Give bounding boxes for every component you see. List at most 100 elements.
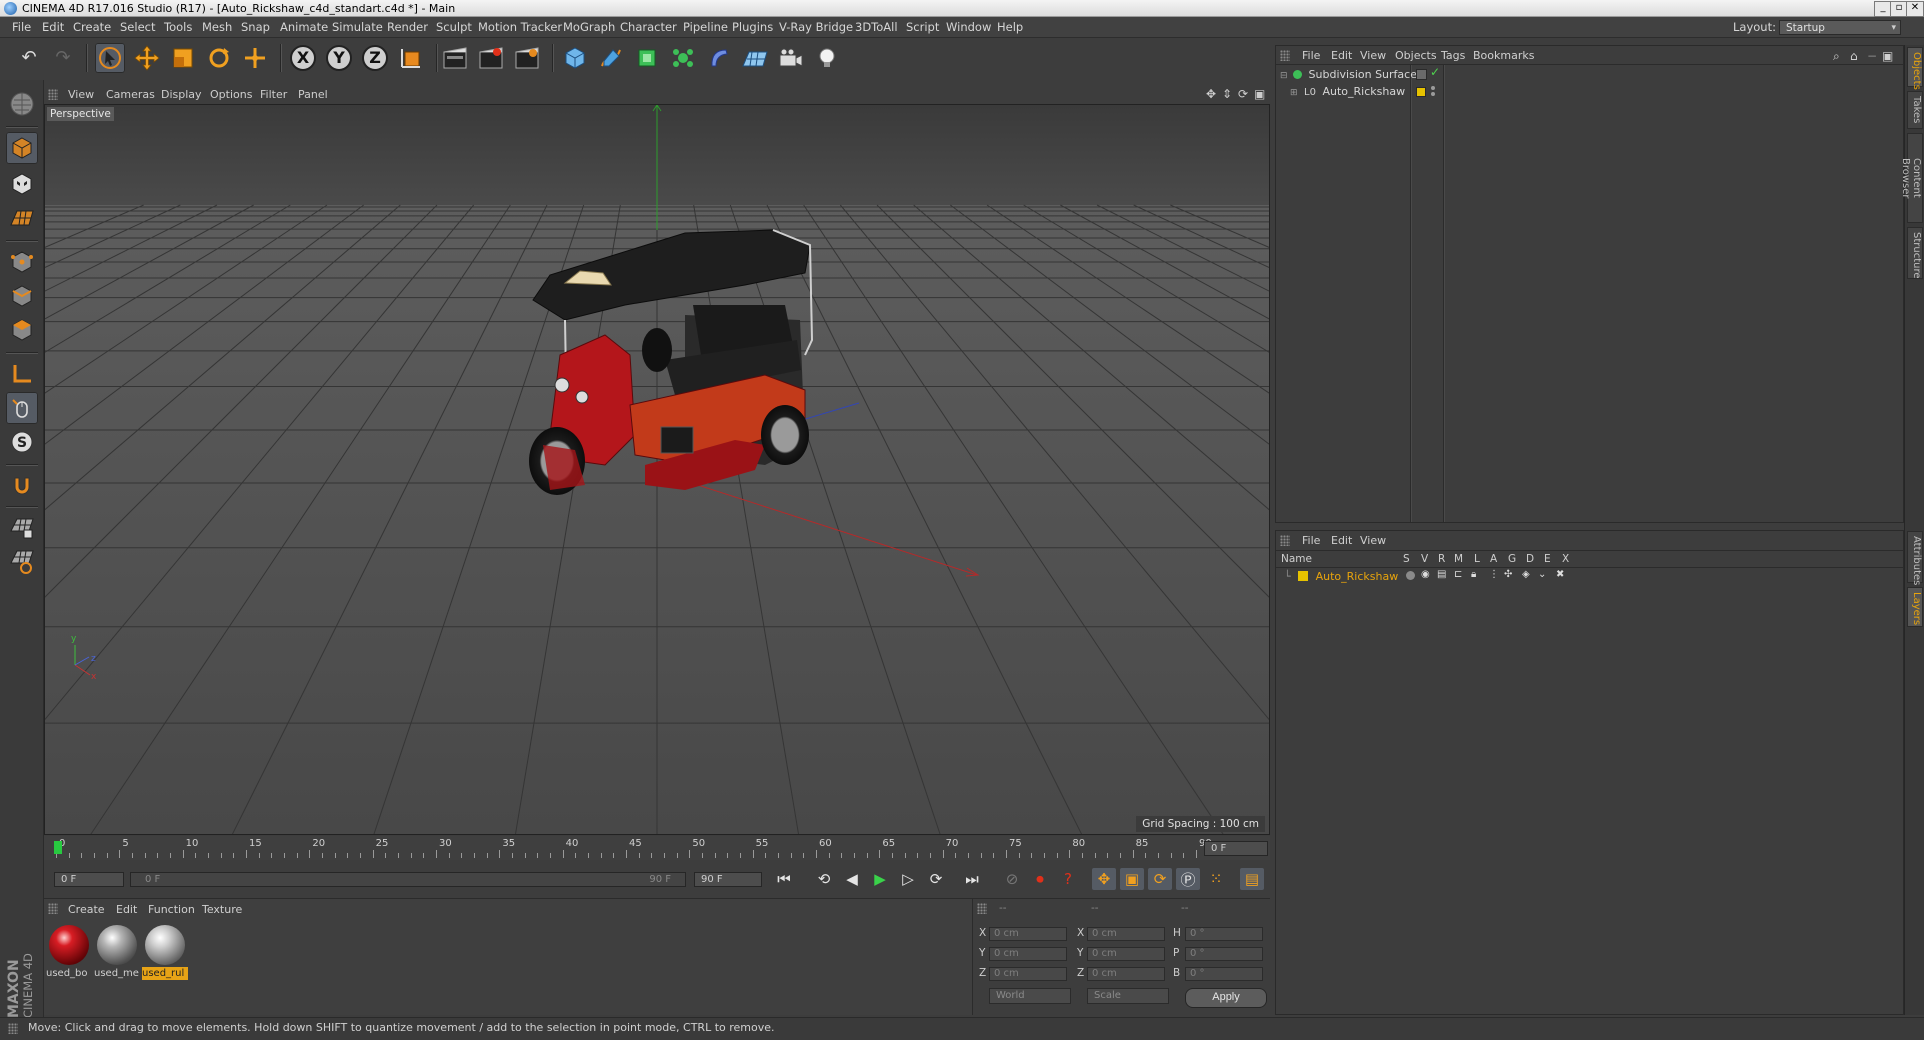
col-xref[interactable]: X [1562,553,1569,565]
menu-pipeline[interactable]: Pipeline [683,17,728,38]
size-z-field[interactable]: 0 cm [1087,967,1165,981]
menu-mograph[interactable]: MoGraph [563,17,615,38]
rotation-h-field[interactable]: 0 ° [1185,927,1263,941]
mograph-cloner-icon[interactable] [668,43,698,73]
col-expressions[interactable]: E [1544,553,1551,565]
vp-menu-filter[interactable]: Filter [260,86,287,103]
generator-icon[interactable]: ✣ [1504,569,1512,580]
editor-render-toggle-icon[interactable] [1416,69,1427,80]
col-locked[interactable]: L [1474,553,1480,565]
workplane-mode-icon[interactable] [6,202,38,234]
deformer-icon[interactable] [704,43,734,73]
tab-takes[interactable]: Takes [1907,91,1923,129]
go-to-previous-key-icon[interactable]: ⟲ [812,868,836,890]
obj-menu-view[interactable]: View [1360,49,1386,62]
apply-button[interactable]: Apply [1185,988,1267,1008]
locked-workplane-icon[interactable] [6,512,38,544]
layer-menu-view[interactable]: View [1360,534,1386,547]
render-view-icon[interactable] [440,43,470,73]
polygons-mode-icon[interactable] [6,314,38,346]
position-z-field[interactable]: 0 cm [989,967,1067,981]
layer-row[interactable]: └ Auto_Rickshaw [1284,568,1398,585]
tab-content-browser[interactable]: Content Browser [1900,133,1923,223]
close-button[interactable]: ✕ [1906,1,1924,17]
viewport-camera-label[interactable]: Perspective [47,107,114,121]
tab-objects[interactable]: Objects [1907,47,1923,90]
go-to-start-icon[interactable]: ⏮ [772,868,796,890]
col-animation[interactable]: A [1490,553,1497,565]
key-point-level-icon[interactable]: ⁙ [1204,868,1228,890]
menu-simulate[interactable]: Simulate [332,17,383,38]
layer-menu-edit[interactable]: Edit [1331,534,1352,547]
cube-object-icon[interactable] [560,43,590,73]
visible-eye-icon[interactable]: ◉ [1421,569,1430,580]
size-y-field[interactable]: 0 cm [1087,947,1165,961]
layer-color-swatch[interactable] [1298,571,1309,581]
vp-menu-view[interactable]: View [68,86,94,103]
live-selection-icon[interactable] [95,43,125,73]
play-forwards-icon[interactable]: ▶ [868,868,892,890]
obj-menu-edit[interactable]: Edit [1331,49,1352,62]
object-row-auto-rickshaw[interactable]: ⊞ L0 Auto_Rickshaw [1290,83,1405,100]
timeline-ruler[interactable]: 051015202530354045505560657075808590 0 F [44,836,1270,860]
scale-tool-icon[interactable] [168,43,198,73]
autokeying-icon[interactable]: ⏺ [1028,868,1052,890]
menu-script[interactable]: Script [906,17,939,38]
make-editable-icon[interactable] [6,88,38,120]
menu-motion-tracker[interactable]: Motion Tracker [478,17,562,38]
menu-tools[interactable]: Tools [164,17,192,38]
mat-menu-create[interactable]: Create [68,903,105,916]
points-mode-icon[interactable] [6,246,38,278]
start-frame-field[interactable]: 0 F [54,872,124,887]
tab-structure[interactable]: Structure [1907,227,1923,279]
obj-home-icon[interactable]: ⌂ [1850,49,1858,63]
menu-character[interactable]: Character [620,17,677,38]
xref-icon[interactable]: ✖ [1556,569,1564,580]
vp-menu-cameras[interactable]: Cameras [106,86,155,103]
position-x-field[interactable]: 0 cm [989,927,1067,941]
material-swatch[interactable]: used_me [94,923,140,985]
col-manager[interactable]: M [1454,553,1463,565]
record-keys-icon[interactable]: ⊘ [1000,868,1024,890]
move-tool-icon[interactable] [132,43,162,73]
object-row-subdivision[interactable]: ⊟ Subdivision Surface [1280,66,1417,83]
rotation-b-field[interactable]: 0 ° [1185,967,1263,981]
size-x-field[interactable]: 0 cm [1087,927,1165,941]
col-visible[interactable]: V [1421,553,1428,565]
z-axis-lock-icon[interactable]: Z [360,43,390,73]
camera-object-icon[interactable] [776,43,806,73]
vp-rotate-camera-icon[interactable]: ⟳ [1238,86,1248,103]
menu-plugins[interactable]: Plugins [732,17,773,38]
snapping-icon[interactable]: S [6,426,38,458]
frame-range-slider[interactable]: 0 F 90 F [130,872,686,887]
tab-attributes[interactable]: Attributes [1907,531,1923,585]
current-frame-field[interactable]: 0 F [1204,841,1268,856]
vp-menu-options[interactable]: Options [210,86,252,103]
next-frame-icon[interactable]: ▷ [896,868,920,890]
previous-frame-icon[interactable]: ◀ [840,868,864,890]
expression-icon[interactable]: ⌄ [1538,569,1546,580]
material-swatch[interactable]: used_bo [46,923,92,985]
perspective-viewport[interactable]: y x z Perspective Grid Spacing : 100 cm [44,104,1270,835]
key-rotation-icon[interactable]: ⟳ [1148,868,1172,890]
go-to-next-key-icon[interactable]: ⟳ [924,868,948,890]
mat-menu-edit[interactable]: Edit [116,903,137,916]
coordinate-system-icon[interactable] [396,43,426,73]
menu-window[interactable]: Window [946,17,991,38]
obj-menu-objects[interactable]: Objects [1395,49,1437,62]
key-position-icon[interactable]: ✥ [1092,868,1116,890]
tab-layers[interactable]: Layers [1907,587,1923,627]
transform-tool-icon[interactable] [240,43,270,73]
obj-menu-bookmarks[interactable]: Bookmarks [1473,49,1534,62]
position-y-field[interactable]: 0 cm [989,947,1067,961]
obj-menu-file[interactable]: File [1302,49,1320,62]
key-scale-icon[interactable]: ▣ [1120,868,1144,890]
menu-mesh[interactable]: Mesh [202,17,232,38]
layer-menu-file[interactable]: File [1302,534,1320,547]
vp-menu-panel[interactable]: Panel [298,86,328,103]
pen-spline-icon[interactable] [596,43,626,73]
col-deformers[interactable]: D [1526,553,1534,565]
obj-search-icon[interactable]: ⌕ [1833,49,1840,64]
rotation-p-field[interactable]: 0 ° [1185,947,1263,961]
menu-3dtoall[interactable]: 3DToAll [855,17,898,38]
